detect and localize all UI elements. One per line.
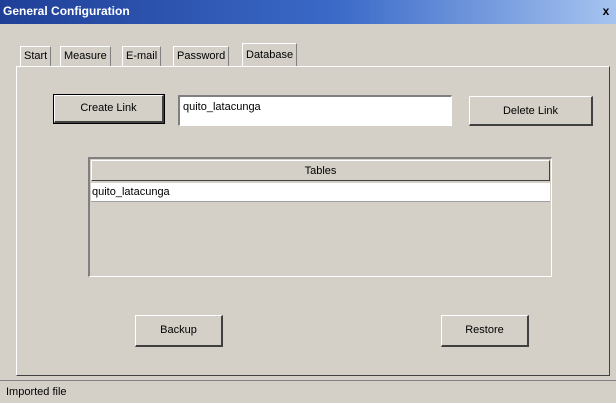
- close-icon[interactable]: x: [600, 4, 612, 18]
- tab-start[interactable]: Start: [20, 46, 52, 66]
- status-bar: Imported file: [0, 380, 616, 403]
- restore-button[interactable]: Restore: [441, 315, 529, 347]
- backup-button[interactable]: Backup: [135, 315, 223, 347]
- tables-column-header[interactable]: Tables: [91, 160, 550, 181]
- tables-list: Tables quito_latacunga: [88, 157, 552, 277]
- window-title: General Configuration: [3, 4, 130, 18]
- title-bar[interactable]: General Configuration x: [0, 0, 616, 24]
- tab-measure[interactable]: Measure: [60, 46, 111, 66]
- link-name-input[interactable]: quito_latacunga: [178, 95, 452, 126]
- tab-database[interactable]: Database: [242, 43, 298, 66]
- tab-password[interactable]: Password: [173, 46, 230, 66]
- table-row[interactable]: quito_latacunga: [91, 183, 550, 202]
- tab-email[interactable]: E-mail: [122, 46, 162, 66]
- general-configuration-window: General Configuration x Start Measure E-…: [0, 0, 616, 403]
- create-link-button[interactable]: Create Link: [53, 94, 165, 124]
- delete-link-button[interactable]: Delete Link: [469, 96, 593, 126]
